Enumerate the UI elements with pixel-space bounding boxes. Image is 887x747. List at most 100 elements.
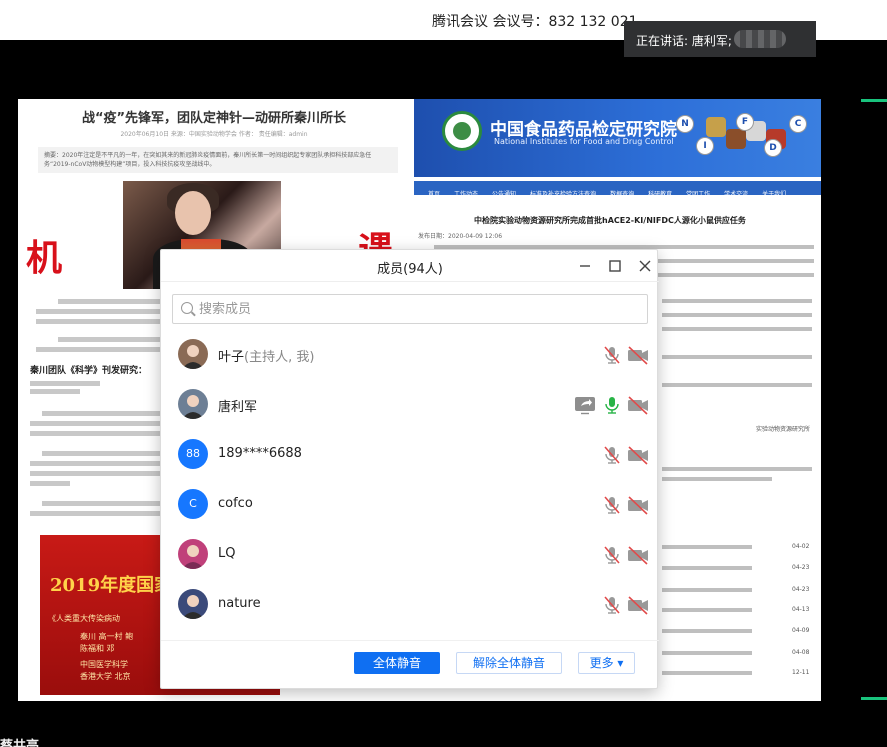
site-letter: I [696, 137, 714, 155]
microphone-muted-icon[interactable] [601, 594, 623, 616]
more-button[interactable]: 更多 ▾ [578, 652, 635, 674]
article-text-line [36, 319, 164, 324]
speaking-label: 正在讲话: 唐利军; [636, 34, 732, 48]
member-name-text: 唐利军 [218, 400, 258, 415]
microphone-muted-icon[interactable] [601, 444, 623, 466]
article-text-line [30, 471, 162, 476]
site-date-item: 04-23 [792, 586, 810, 593]
banner-line: 《人类重大传染病动 [48, 614, 120, 623]
member-name-text: 189****6688 [218, 446, 302, 461]
avatar: C [178, 489, 208, 519]
banner-line: 香港大学 北京 [80, 672, 131, 681]
article-text-line [30, 381, 100, 386]
article-text-line [42, 411, 162, 416]
member-name: nature [218, 596, 261, 611]
member-search-box[interactable] [172, 294, 648, 324]
mute-all-button[interactable]: 全体静音 [354, 652, 440, 674]
minimize-icon[interactable] [575, 256, 595, 276]
member-row[interactable]: LQ [161, 530, 659, 580]
site-text-line [662, 629, 752, 633]
site-side-label: 实验动物资源研究所 [756, 426, 811, 433]
red-calligraphy-left: 机 [26, 237, 63, 279]
member-name-text: nature [218, 596, 261, 611]
camera-off-icon[interactable] [627, 594, 649, 616]
site-nav-item[interactable]: 党团工作 [686, 191, 710, 198]
view-indicator [861, 99, 887, 102]
site-nav-item[interactable]: 公告通知 [492, 191, 516, 198]
camera-off-icon[interactable] [627, 544, 649, 566]
camera-off-icon[interactable] [627, 444, 649, 466]
site-nav-item[interactable]: 科研教育 [648, 191, 672, 198]
banner-line: 陈福和 邓 [80, 644, 115, 653]
article-subhead: 秦川团队《科学》刊发研究： [30, 366, 148, 376]
site-letter: N [676, 115, 694, 133]
article-meta: 2020年06月10日 来源：中国实验动物学会 作者： 责任编辑：admin [120, 131, 308, 138]
avatar [178, 589, 208, 619]
site-text-line [662, 588, 752, 592]
member-row[interactable]: 唐利军 [161, 380, 659, 430]
site-text-line [662, 545, 752, 549]
members-panel-header: 成员(94人) [161, 250, 659, 282]
article-text-line [42, 501, 162, 506]
members-panel: 成员(94人) 叶子(主持人, 我) 唐利军 88 189****6688 Ccofco… [160, 249, 659, 690]
member-role: (主持人, 我) [244, 350, 315, 365]
member-row[interactable]: 88 189****6688 [161, 430, 659, 480]
article-text-line [36, 309, 166, 314]
member-name: 189****6688 [218, 446, 302, 461]
institute-logo [442, 111, 482, 151]
site-nav-item[interactable]: 学术交流 [724, 191, 748, 198]
site-nav-item[interactable]: 数据查询 [610, 191, 634, 198]
blurred-name [734, 30, 786, 48]
banner-line: 中国医学科学 [80, 660, 128, 669]
photo-person-face [175, 191, 211, 235]
site-nav-item[interactable]: 工作动态 [454, 191, 478, 198]
member-row[interactable]: nature [161, 580, 659, 630]
site-date-item: 04-13 [792, 606, 810, 613]
avatar [178, 539, 208, 569]
camera-off-icon[interactable] [627, 344, 649, 366]
site-date-item: 12-11 [792, 669, 810, 676]
camera-off-icon[interactable] [627, 394, 649, 416]
close-icon[interactable] [635, 256, 655, 276]
article-text-line [58, 299, 168, 304]
screen-share-icon[interactable] [574, 394, 596, 416]
view-indicator [861, 697, 887, 700]
article-text-line [36, 347, 164, 352]
article-text-line [30, 389, 80, 394]
search-icon [181, 302, 193, 314]
member-name: cofco [218, 496, 253, 511]
microphone-muted-icon[interactable] [601, 344, 623, 366]
site-nav-item[interactable]: 标准及补充检验方法查询 [530, 191, 596, 198]
maximize-icon[interactable] [605, 256, 625, 276]
site-text-line [662, 355, 812, 359]
site-name-en: National Institutes for Food and Drug Co… [494, 137, 674, 146]
article-text-line [30, 431, 162, 436]
member-name-text: cofco [218, 496, 253, 511]
avatar [178, 389, 208, 419]
article-text-line [42, 451, 162, 456]
member-search-input[interactable] [199, 299, 639, 319]
site-text-line [662, 608, 752, 612]
banner-title: 2019年度国家 [50, 575, 173, 596]
microphone-muted-icon[interactable] [601, 544, 623, 566]
site-nav-item[interactable]: 关于我们 [762, 191, 786, 198]
members-panel-footer: 全体静音 解除全体静音 更多 ▾ [161, 640, 659, 690]
site-text-line [662, 327, 812, 331]
member-row[interactable]: 叶子(主持人, 我) [161, 330, 659, 380]
member-row[interactable]: Ccofco [161, 480, 659, 530]
meeting-title: 腾讯会议 会议号：832 132 021 [432, 14, 638, 30]
site-text-line [662, 467, 812, 471]
site-nav-item[interactable]: 首页 [428, 191, 440, 198]
site-text-line [662, 313, 812, 317]
decor-cube [726, 129, 746, 149]
microphone-muted-icon[interactable] [601, 494, 623, 516]
participant-name-label: 蔡共亮 [0, 739, 40, 747]
site-letter: C [789, 115, 807, 133]
microphone-icon[interactable] [601, 394, 623, 416]
article-title: 战“疫”先锋军，团队定神针—动研所秦川所长 [81, 111, 347, 126]
speaking-indicator: 正在讲话: 唐利军; [624, 21, 816, 57]
site-nav-item[interactable]: 协同办公 [428, 212, 452, 219]
site-date-item: 04-23 [792, 564, 810, 571]
camera-off-icon[interactable] [627, 494, 649, 516]
unmute-all-button[interactable]: 解除全体静音 [456, 652, 562, 674]
